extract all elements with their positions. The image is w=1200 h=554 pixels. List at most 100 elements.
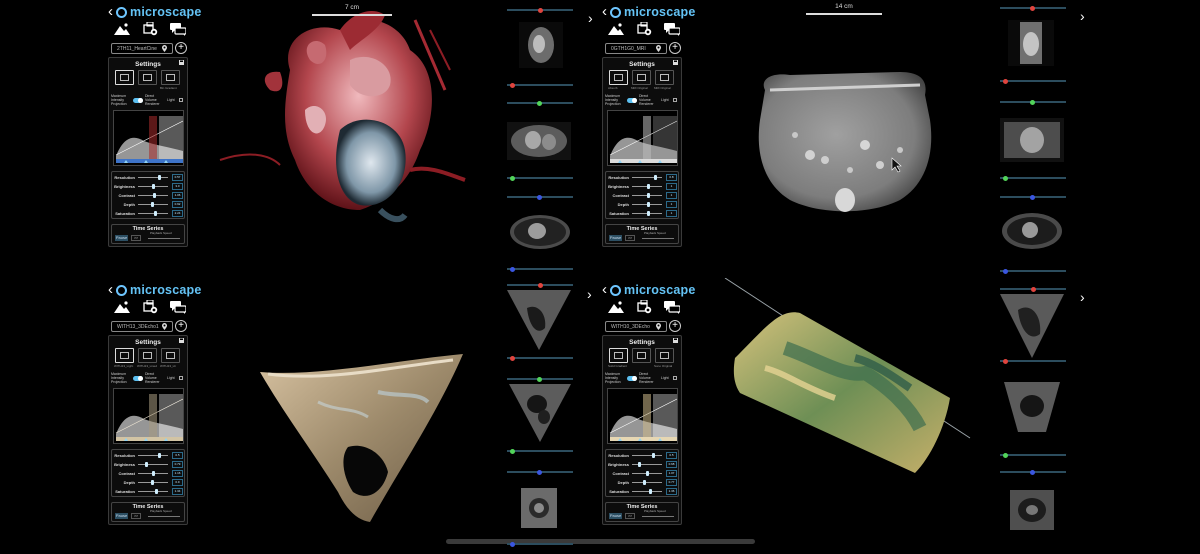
slider-track[interactable]: [632, 488, 662, 494]
chevron-right-icon[interactable]: ›: [587, 287, 592, 301]
playback-speed-slider[interactable]: [642, 516, 674, 517]
mountain-image-icon[interactable]: [608, 23, 624, 35]
slider-track[interactable]: [632, 470, 662, 476]
slice-slider[interactable]: [507, 100, 573, 106]
fast-forward-button[interactable]: >>: [625, 235, 635, 241]
slider-track[interactable]: [632, 461, 662, 467]
mountain-image-icon[interactable]: [114, 23, 130, 35]
slider-knob[interactable]: [652, 452, 656, 458]
slider-track[interactable]: [632, 452, 662, 458]
render-mode-toggle[interactable]: [133, 375, 143, 381]
slice-thumbnail[interactable]: [509, 382, 571, 442]
save-icon[interactable]: [179, 60, 184, 65]
preset-button[interactable]: MRI Original: [654, 70, 674, 90]
pin-icon[interactable]: [162, 323, 167, 330]
light-checkbox[interactable]: [179, 98, 183, 102]
slider-knob[interactable]: [145, 461, 148, 467]
slider-value[interactable]: 1: [666, 200, 677, 208]
slider-value[interactable]: 0.92: [172, 200, 183, 208]
slider-value[interactable]: 1: [666, 209, 677, 217]
chat-bubbles-icon[interactable]: [170, 300, 186, 314]
slider-knob[interactable]: [152, 183, 155, 189]
preset-button[interactable]: Absorb: [608, 70, 628, 90]
slice-slider[interactable]: [507, 448, 573, 454]
pause-button[interactable]: Pause: [115, 513, 128, 519]
slider-knob[interactable]: [152, 192, 156, 198]
slider-track[interactable]: [632, 201, 662, 207]
slider-value[interactable]: 1.34: [172, 487, 183, 495]
fast-forward-button[interactable]: >>: [131, 513, 141, 519]
preset-button[interactable]: [115, 70, 134, 85]
chevron-right-icon[interactable]: ›: [588, 11, 593, 25]
slider-knob[interactable]: [646, 201, 650, 207]
slice-slider[interactable]: [507, 469, 573, 475]
slice-slider[interactable]: [507, 194, 573, 200]
pin-icon[interactable]: [656, 323, 661, 330]
slider-track[interactable]: [138, 183, 168, 189]
slice-slider[interactable]: [1000, 452, 1066, 458]
slider-track[interactable]: [138, 201, 168, 207]
slice-slider[interactable]: [1000, 469, 1066, 475]
pause-button[interactable]: Pause: [609, 513, 622, 519]
slider-knob[interactable]: [646, 183, 650, 189]
slice-thumbnail[interactable]: [1000, 210, 1064, 252]
slider-knob[interactable]: [638, 461, 642, 467]
slider-knob[interactable]: [646, 192, 650, 198]
preset-button[interactable]: Solid Gradient: [608, 348, 628, 368]
slider-value[interactable]: 1.36: [666, 487, 677, 495]
slider-knob[interactable]: [158, 174, 162, 180]
save-icon[interactable]: [673, 338, 678, 343]
slider-track[interactable]: [138, 192, 168, 198]
render-mode-toggle[interactable]: [627, 97, 637, 103]
pause-button[interactable]: Pause: [115, 235, 128, 241]
chevron-right-icon[interactable]: ›: [1080, 9, 1085, 23]
slider-knob[interactable]: [150, 479, 154, 485]
slider-knob[interactable]: [154, 488, 158, 494]
slider-knob[interactable]: [648, 488, 652, 494]
chat-bubbles-icon[interactable]: [664, 300, 680, 314]
slider-track[interactable]: [632, 174, 662, 180]
slider-track[interactable]: [632, 183, 662, 189]
slider-value[interactable]: 0.8: [666, 173, 677, 181]
transfer-function-histogram[interactable]: [113, 388, 184, 444]
slice-thumbnail[interactable]: [521, 488, 557, 528]
slider-value[interactable]: 1.07: [666, 469, 677, 477]
slice-slider[interactable]: [1000, 286, 1066, 292]
slice-slider[interactable]: [1000, 99, 1066, 105]
slider-knob[interactable]: [158, 452, 162, 458]
slider-value[interactable]: 1: [666, 182, 677, 190]
slider-track[interactable]: [632, 192, 662, 198]
slider-value[interactable]: 0.5: [172, 451, 183, 459]
add-icon[interactable]: +: [669, 320, 681, 332]
save-icon[interactable]: [673, 60, 678, 65]
slice-slider[interactable]: [507, 7, 573, 13]
slider-value[interactable]: 0.79: [172, 460, 183, 468]
add-icon[interactable]: +: [175, 320, 187, 332]
slice-slider[interactable]: [507, 355, 573, 361]
slider-knob[interactable]: [152, 470, 155, 476]
mountain-image-icon[interactable]: [114, 301, 130, 313]
chat-bubbles-icon[interactable]: [170, 22, 186, 36]
slice-thumbnail[interactable]: [519, 22, 563, 68]
preset-button[interactable]: MRI Original: [631, 70, 651, 90]
slice-slider[interactable]: [507, 282, 573, 288]
slider-knob[interactable]: [653, 174, 657, 180]
slider-track[interactable]: [138, 470, 168, 476]
slider-track[interactable]: [138, 479, 168, 485]
preset-button[interactable]: WITH13_Light: [114, 348, 134, 368]
slider-track[interactable]: [632, 479, 662, 485]
transfer-function-histogram[interactable]: [607, 388, 678, 444]
slice-thumbnail[interactable]: [1000, 378, 1064, 434]
volume-render-heart[interactable]: [210, 0, 480, 250]
slider-value[interactable]: 0.68: [666, 460, 677, 468]
slider-value[interactable]: 2.24: [172, 209, 183, 217]
home-indicator[interactable]: [446, 539, 755, 544]
playback-speed-slider[interactable]: [642, 238, 674, 239]
slider-knob[interactable]: [646, 210, 650, 216]
preset-button[interactable]: WITH13_Lined: [137, 348, 157, 368]
volume-render-echo-slab[interactable]: [705, 278, 975, 478]
slice-thumbnail[interactable]: [1008, 20, 1054, 66]
add-icon[interactable]: +: [669, 42, 681, 54]
preset-button[interactable]: Bin Gradient: [160, 70, 180, 90]
folder-share-icon[interactable]: [142, 22, 158, 36]
